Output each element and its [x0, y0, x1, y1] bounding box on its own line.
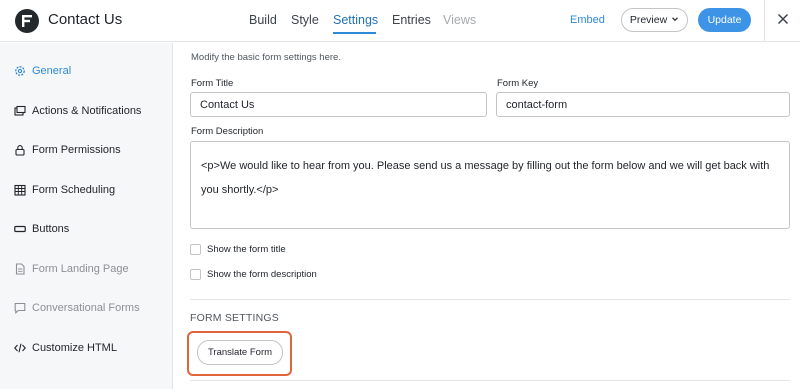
form-description-textarea[interactable]: <p>We would like to hear from you. Pleas… [190, 141, 790, 229]
sidebar-item-label: Actions & Notifications [32, 105, 142, 117]
show-description-row[interactable]: Show the form description [190, 269, 317, 280]
form-settings-heading: FORM SETTINGS [190, 312, 279, 324]
sidebar-item-actions-notifications[interactable]: Actions & Notifications [14, 101, 141, 121]
preview-button[interactable]: Preview [621, 8, 688, 32]
form-key-input[interactable]: contact-form [496, 92, 790, 117]
tab-views[interactable]: Views [443, 13, 476, 27]
panel-intro-text: Modify the basic form settings here. [191, 52, 341, 63]
sidebar-item-label: Buttons [32, 223, 70, 235]
close-icon [777, 12, 789, 30]
tab-build[interactable]: Build [249, 13, 277, 27]
form-title-label: Form Title [191, 78, 234, 89]
settings-sidebar: General Actions & Notifications Form Per… [0, 43, 173, 389]
preview-button-label: Preview [629, 14, 668, 26]
active-tab-indicator [333, 32, 376, 34]
lock-icon [14, 144, 26, 156]
show-title-checkbox[interactable] [190, 244, 201, 255]
calendar-icon [14, 184, 26, 196]
tab-style[interactable]: Style [291, 13, 319, 27]
tab-entries[interactable]: Entries [392, 13, 431, 27]
update-button[interactable]: Update [698, 8, 751, 32]
sidebar-item-label: Form Scheduling [32, 184, 116, 196]
chat-icon [14, 302, 26, 314]
form-title-heading: Contact Us [48, 11, 123, 28]
sidebar-item-general[interactable]: General [14, 61, 71, 81]
form-description-label: Form Description [191, 126, 264, 137]
sidebar-item-label: Customize HTML [32, 342, 117, 354]
sidebar-item-form-landing-page[interactable]: Form Landing Page [14, 259, 129, 279]
gear-icon [14, 65, 26, 77]
form-key-label: Form Key [497, 78, 539, 89]
show-description-checkbox[interactable] [190, 269, 201, 280]
sidebar-item-customize-html[interactable]: Customize HTML [14, 338, 117, 358]
sidebar-item-label: Conversational Forms [32, 302, 140, 314]
embed-link[interactable]: Embed [570, 14, 605, 26]
formidable-logo-icon[interactable] [15, 9, 39, 33]
section-divider [190, 299, 790, 300]
chevron-down-icon [671, 14, 679, 26]
button-icon [14, 223, 26, 235]
sidebar-item-form-scheduling[interactable]: Form Scheduling [14, 180, 115, 200]
bottom-divider [190, 380, 790, 381]
tab-settings[interactable]: Settings [333, 13, 378, 27]
page-icon [14, 263, 26, 275]
sidebar-item-label: Form Landing Page [32, 263, 129, 275]
sidebar-item-conversational-forms[interactable]: Conversational Forms [14, 298, 140, 318]
show-title-row[interactable]: Show the form title [190, 244, 286, 255]
notifications-icon [14, 105, 26, 117]
code-icon [14, 342, 26, 354]
show-description-label: Show the form description [207, 269, 317, 280]
general-settings-panel: Modify the basic form settings here. For… [174, 43, 800, 389]
sidebar-item-buttons[interactable]: Buttons [14, 219, 69, 239]
form-title-input[interactable]: Contact Us [190, 92, 487, 117]
top-bar: Contact Us Build Style Settings Entries … [0, 0, 800, 42]
translate-form-button[interactable]: Translate Form [197, 340, 283, 365]
sidebar-item-label: Form Permissions [32, 144, 121, 156]
close-button[interactable] [764, 0, 800, 42]
show-title-label: Show the form title [207, 244, 286, 255]
sidebar-item-label: General [32, 65, 72, 77]
sidebar-item-form-permissions[interactable]: Form Permissions [14, 140, 121, 160]
